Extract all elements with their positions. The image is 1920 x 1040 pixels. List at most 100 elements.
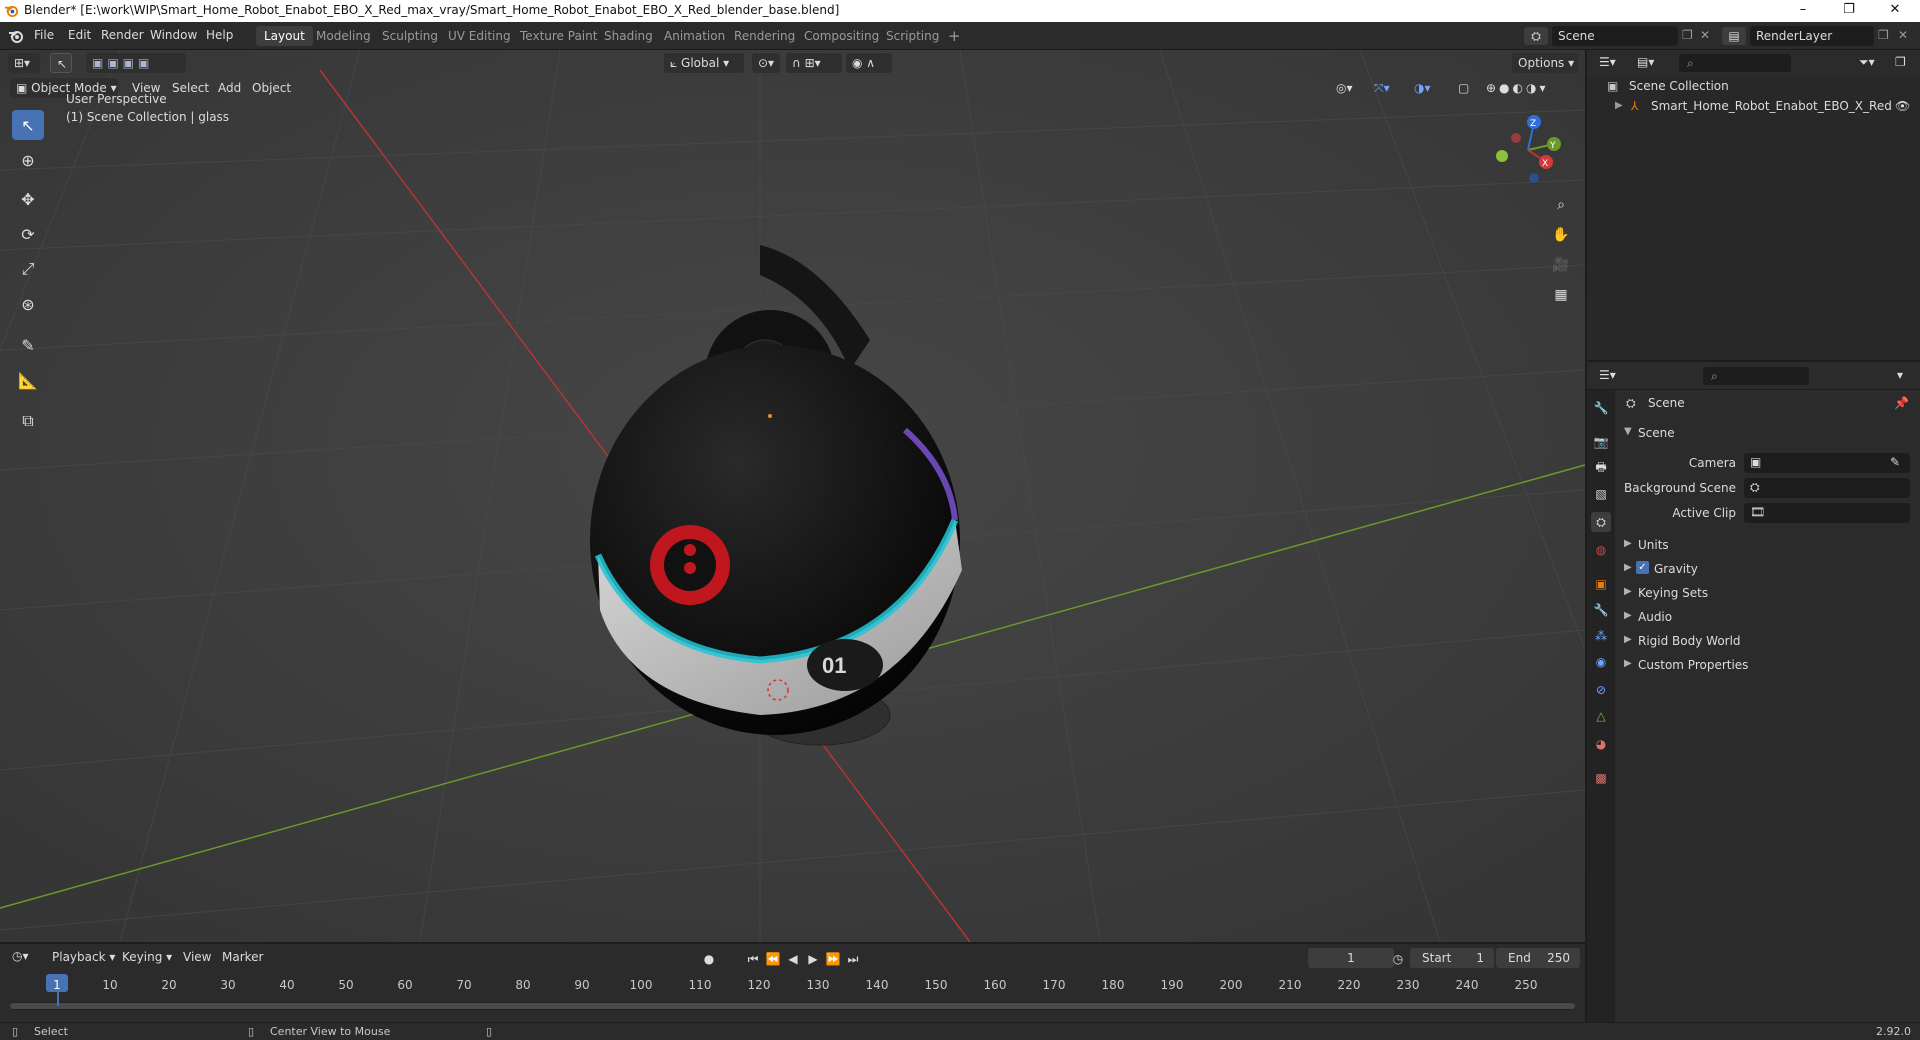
menu-file[interactable]: File (34, 28, 54, 42)
modifier-properties-icon[interactable]: 🔧 (1591, 600, 1611, 620)
world-properties-icon[interactable]: ◍ (1591, 540, 1611, 560)
viewport-menu-object[interactable]: Object (252, 81, 291, 95)
options-dropdown[interactable]: Options ▾ (1512, 53, 1578, 73)
custom-properties-expand-icon[interactable]: ▶ (1624, 658, 1632, 669)
tab-uv-editing[interactable]: UV Editing (440, 26, 519, 46)
close-button[interactable]: ✕ (1872, 0, 1918, 22)
viewport-menu-select[interactable]: Select (172, 81, 209, 95)
gizmo-toggle-icon[interactable]: ⤧▾ (1368, 78, 1404, 98)
material-properties-icon[interactable]: ◕ (1591, 734, 1611, 754)
pivot-icon[interactable]: ⊙▾ (752, 53, 780, 73)
current-frame-field[interactable]: 1 (1308, 948, 1394, 968)
outliner-search-input[interactable]: ⌕ (1679, 54, 1791, 72)
preview-range-clock-icon[interactable]: ◷ (1388, 950, 1408, 968)
outliner-filter-icon[interactable]: ⏷▾ (1859, 55, 1875, 70)
render-layer-selector[interactable]: RenderLayer (1750, 26, 1874, 46)
tab-modeling[interactable]: Modeling (308, 26, 379, 46)
gravity-expand-icon[interactable]: ▶ (1624, 562, 1632, 573)
outliner-row-scene-collection[interactable]: ▣ Scene Collection (1587, 76, 1920, 96)
tab-sculpting[interactable]: Sculpting (374, 26, 446, 46)
properties-options-icon[interactable]: ▾ (1897, 368, 1903, 382)
tab-compositing[interactable]: Compositing (796, 26, 887, 46)
menu-help[interactable]: Help (206, 28, 233, 42)
select-box-tool-icon[interactable]: ↖ (12, 110, 44, 140)
tab-scripting[interactable]: Scripting (878, 26, 947, 46)
scene-properties-icon[interactable]: ⛭ (1591, 512, 1611, 532)
pan-hand-icon[interactable]: ✋ (1548, 222, 1574, 248)
jump-start-icon[interactable]: ⏮ (744, 950, 762, 968)
snap-icon[interactable]: ∩ ⊞▾ (786, 53, 842, 73)
render-layer-icon[interactable]: ▤ (1722, 27, 1746, 45)
xray-icon[interactable]: ▢ (1452, 78, 1474, 98)
camera-view-icon[interactable]: 🎥 (1548, 252, 1574, 278)
measure-tool-icon[interactable]: 📐 (12, 365, 44, 395)
3d-viewport[interactable]: 01 (0, 50, 1585, 942)
timeline-menu-playback[interactable]: Playback ▾ (52, 950, 115, 964)
selection-mode-icons[interactable]: ▣▣▣▣ (86, 53, 186, 73)
active-clip-field[interactable]: 🎞 (1744, 503, 1910, 523)
panel-collapse-icon[interactable]: ▼ (1624, 426, 1632, 437)
record-keyframes-icon[interactable]: ● (700, 950, 718, 968)
rigid-body-expand-icon[interactable]: ▶ (1624, 634, 1632, 645)
scene-selector[interactable]: Scene (1552, 26, 1678, 46)
transform-tool-icon[interactable]: ⊛ (12, 289, 44, 319)
rotate-tool-icon[interactable]: ⟳ (12, 219, 44, 249)
timeline-editor-type-icon[interactable]: ◷▾ (12, 949, 29, 963)
render-layer-remove-icon[interactable]: ✕ (1898, 28, 1908, 42)
render-layer-new-icon[interactable]: ❐ (1878, 28, 1889, 42)
blender-menu-icon[interactable] (8, 28, 24, 44)
editor-type-icon[interactable]: ⊞▾ (8, 53, 40, 73)
scale-tool-icon[interactable]: ⤢ (12, 254, 44, 284)
jump-keyframe-forward-icon[interactable]: ⏩ (824, 950, 842, 968)
outliner-row-object[interactable]: ▶ ⅄ Smart_Home_Robot_Enabot_EBO_X_Red 👁 (1587, 96, 1920, 116)
outliner-display-mode-icon[interactable]: ▤▾ (1637, 55, 1654, 69)
play-icon[interactable]: ▶ (804, 950, 822, 968)
timeline-menu-keying[interactable]: Keying ▾ (122, 950, 172, 964)
tab-shading[interactable]: Shading (596, 26, 661, 46)
outliner-editor-type-icon[interactable]: ☰▾ (1599, 55, 1616, 69)
particle-properties-icon[interactable]: ⁂ (1591, 626, 1611, 646)
perspective-toggle-icon[interactable]: ▦ (1548, 282, 1574, 308)
view-layer-properties-icon[interactable]: ▧ (1591, 484, 1611, 504)
menu-render[interactable]: Render (101, 28, 144, 42)
pin-icon[interactable]: 📌 (1894, 396, 1909, 410)
navigation-gizmo[interactable]: Z Y X (1488, 110, 1568, 190)
properties-editor-type-icon[interactable]: ☰▾ (1599, 368, 1616, 382)
tab-layout[interactable]: Layout (256, 26, 313, 46)
section-units[interactable]: Units (1638, 538, 1669, 552)
shading-mode-icons[interactable]: ⊕●◐◑▾ (1480, 78, 1568, 98)
annotate-tool-icon[interactable]: ✎ (12, 330, 44, 360)
scene-remove-icon[interactable]: ✕ (1700, 28, 1710, 42)
timeline-menu-view[interactable]: View (183, 950, 211, 964)
tool-properties-icon[interactable]: 🔧 (1591, 398, 1611, 418)
select-tool-icon[interactable]: ↖ (50, 53, 72, 73)
render-properties-icon[interactable]: 📷 (1591, 432, 1611, 452)
menu-window[interactable]: Window (150, 28, 197, 42)
scene-panel-title[interactable]: Scene (1638, 426, 1675, 440)
menu-edit[interactable]: Edit (68, 28, 91, 42)
scene-icon[interactable]: ⛭ (1524, 27, 1548, 45)
visibility-eye-icon[interactable]: 👁 (1895, 96, 1910, 116)
constraint-properties-icon[interactable]: ⊘ (1591, 680, 1611, 700)
section-rigid-body-world[interactable]: Rigid Body World (1638, 634, 1741, 648)
tab-animation[interactable]: Animation (656, 26, 733, 46)
move-tool-icon[interactable]: ✥ (12, 184, 44, 214)
jump-end-icon[interactable]: ⏭ (844, 950, 862, 968)
tab-texture-paint[interactable]: Texture Paint (512, 26, 605, 46)
camera-field[interactable]: ▣ ✎ (1744, 453, 1910, 473)
section-gravity[interactable]: Gravity (1654, 562, 1698, 576)
add-cube-tool-icon[interactable]: ⧉ (12, 406, 44, 436)
restore-button[interactable]: ❐ (1826, 0, 1872, 22)
overlay-toggle-icon[interactable]: ◑▾ (1408, 78, 1444, 98)
audio-expand-icon[interactable]: ▶ (1624, 610, 1632, 621)
texture-properties-icon[interactable]: ▩ (1591, 768, 1611, 788)
minimize-button[interactable]: – (1780, 0, 1826, 22)
properties-search-input[interactable]: ⌕ (1703, 367, 1809, 385)
tab-rendering[interactable]: Rendering (726, 26, 803, 46)
data-properties-icon[interactable]: △ (1591, 706, 1611, 726)
eyedropper-icon[interactable]: ✎ (1890, 455, 1900, 469)
cursor-tool-icon[interactable]: ⊕ (12, 145, 44, 175)
jump-keyframe-back-icon[interactable]: ⏪ (764, 950, 782, 968)
scene-new-icon[interactable]: ❐ (1682, 28, 1693, 42)
object-properties-icon[interactable]: ▣ (1591, 574, 1611, 594)
